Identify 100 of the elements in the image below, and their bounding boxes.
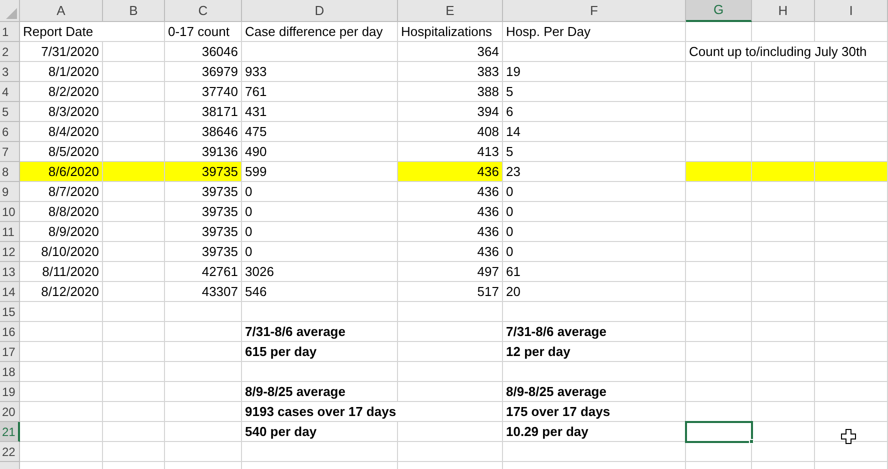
empty-cell[interactable]: [103, 42, 165, 62]
empty-cell[interactable]: [103, 422, 165, 442]
empty-cell[interactable]: [686, 302, 752, 322]
empty-cell[interactable]: [242, 362, 398, 382]
row-header[interactable]: 14: [0, 282, 20, 302]
empty-cell[interactable]: [686, 122, 752, 142]
empty-cell[interactable]: [242, 442, 398, 462]
select-all-triangle-icon[interactable]: [6, 8, 17, 19]
column-header[interactable]: E: [398, 0, 503, 22]
empty-cell[interactable]: [398, 382, 503, 402]
empty-cell[interactable]: [752, 422, 815, 442]
selected-cell[interactable]: [686, 422, 752, 442]
row-header[interactable]: 5: [0, 102, 20, 122]
row-header[interactable]: 10: [0, 202, 20, 222]
empty-cell[interactable]: [815, 342, 888, 362]
empty-cell[interactable]: [686, 322, 752, 342]
row-header[interactable]: 16: [0, 322, 20, 342]
empty-cell[interactable]: [398, 342, 503, 362]
column-header[interactable]: I: [815, 0, 888, 22]
empty-cell[interactable]: [815, 182, 888, 202]
empty-cell[interactable]: [103, 262, 165, 282]
empty-cell[interactable]: [815, 202, 888, 222]
empty-cell[interactable]: [686, 342, 752, 362]
empty-cell[interactable]: [242, 302, 398, 322]
column-header[interactable]: G: [686, 0, 752, 22]
empty-cell[interactable]: [103, 82, 165, 102]
empty-cell[interactable]: [165, 442, 242, 462]
empty-cell[interactable]: [815, 62, 888, 82]
empty-cell[interactable]: [103, 382, 165, 402]
row-header[interactable]: 3: [0, 62, 20, 82]
empty-cell[interactable]: [815, 122, 888, 142]
highlighted-cell[interactable]: [752, 162, 815, 182]
empty-cell[interactable]: [752, 362, 815, 382]
empty-cell[interactable]: [165, 422, 242, 442]
row-header[interactable]: 8: [0, 162, 20, 182]
empty-cell[interactable]: [686, 262, 752, 282]
empty-cell[interactable]: [752, 202, 815, 222]
empty-cell[interactable]: [103, 282, 165, 302]
empty-cell[interactable]: [503, 302, 686, 322]
empty-cell[interactable]: [752, 442, 815, 462]
empty-cell[interactable]: [103, 222, 165, 242]
row-header[interactable]: 9: [0, 182, 20, 202]
row-header[interactable]: 15: [0, 302, 20, 322]
empty-cell[interactable]: [752, 222, 815, 242]
empty-cell[interactable]: [686, 382, 752, 402]
row-header[interactable]: 13: [0, 262, 20, 282]
empty-cell[interactable]: [398, 422, 503, 442]
empty-cell[interactable]: [752, 22, 815, 42]
empty-cell[interactable]: [103, 202, 165, 222]
empty-cell[interactable]: [686, 102, 752, 122]
empty-cell[interactable]: [686, 282, 752, 302]
empty-cell[interactable]: [752, 342, 815, 362]
empty-cell[interactable]: [752, 82, 815, 102]
empty-cell[interactable]: [752, 382, 815, 402]
fill-handle[interactable]: [749, 439, 754, 444]
empty-cell[interactable]: [752, 402, 815, 422]
empty-cell[interactable]: [752, 182, 815, 202]
row-header[interactable]: [0, 462, 20, 469]
empty-cell[interactable]: [815, 382, 888, 402]
empty-cell[interactable]: [103, 242, 165, 262]
empty-cell[interactable]: [752, 302, 815, 322]
empty-cell[interactable]: [165, 322, 242, 342]
row-header[interactable]: 11: [0, 222, 20, 242]
row-header[interactable]: 18: [0, 362, 20, 382]
empty-cell[interactable]: [686, 222, 752, 242]
column-header[interactable]: F: [503, 0, 686, 22]
highlighted-cell[interactable]: [815, 162, 888, 182]
empty-cell[interactable]: [686, 182, 752, 202]
empty-cell[interactable]: [815, 322, 888, 342]
row-header[interactable]: 19: [0, 382, 20, 402]
empty-cell[interactable]: [103, 362, 165, 382]
empty-cell[interactable]: [815, 222, 888, 242]
empty-cell[interactable]: [398, 362, 503, 382]
empty-cell[interactable]: [503, 442, 686, 462]
empty-cell[interactable]: [815, 22, 888, 42]
empty-cell[interactable]: [398, 302, 503, 322]
row-header[interactable]: 21: [0, 422, 20, 442]
empty-cell[interactable]: [815, 402, 888, 422]
column-header[interactable]: H: [752, 0, 815, 22]
empty-cell[interactable]: [686, 82, 752, 102]
empty-cell[interactable]: [686, 442, 752, 462]
empty-cell[interactable]: [815, 102, 888, 122]
empty-cell[interactable]: [815, 82, 888, 102]
empty-cell[interactable]: [165, 382, 242, 402]
highlighted-cell[interactable]: [686, 162, 752, 182]
empty-cell[interactable]: [752, 102, 815, 122]
empty-cell[interactable]: [815, 282, 888, 302]
empty-cell[interactable]: [103, 442, 165, 462]
empty-cell[interactable]: [103, 302, 165, 322]
empty-cell[interactable]: [752, 122, 815, 142]
empty-cell[interactable]: [815, 242, 888, 262]
empty-cell[interactable]: [686, 62, 752, 82]
row-header[interactable]: 4: [0, 82, 20, 102]
empty-cell[interactable]: [165, 342, 242, 362]
empty-cell[interactable]: [752, 262, 815, 282]
empty-cell[interactable]: [686, 362, 752, 382]
empty-cell[interactable]: [103, 102, 165, 122]
empty-cell[interactable]: [103, 122, 165, 142]
empty-cell[interactable]: [398, 442, 503, 462]
empty-cell[interactable]: [752, 322, 815, 342]
